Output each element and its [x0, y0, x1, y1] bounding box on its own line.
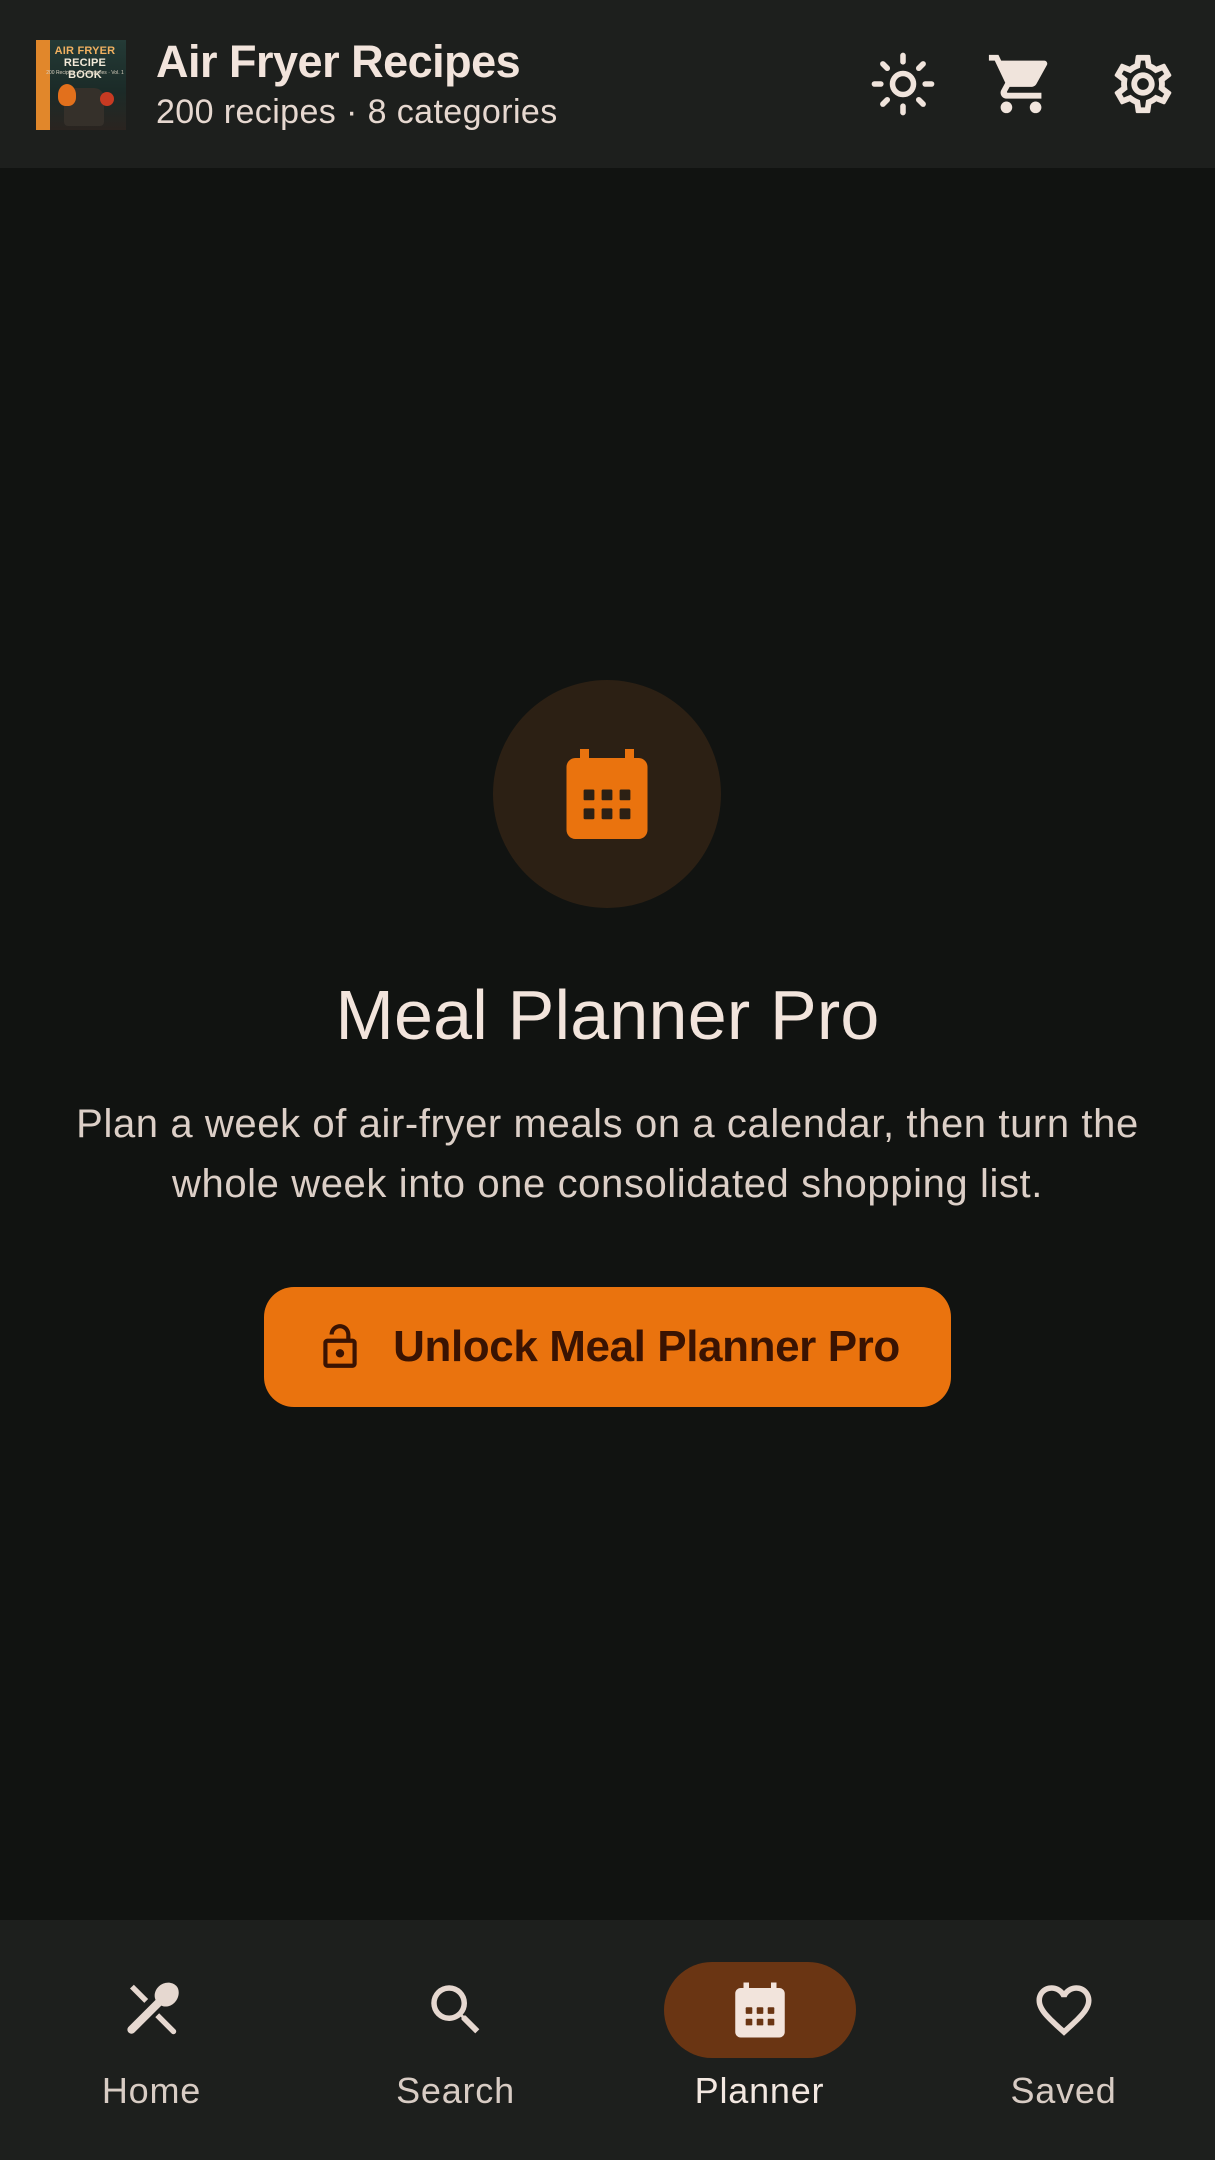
heart-icon	[1036, 1985, 1091, 2036]
planner-description: Plan a week of air-fryer meals on a cale…	[76, 1102, 1139, 1206]
unlock-meal-planner-button[interactable]: Unlock Meal Planner Pro	[264, 1287, 951, 1407]
settings-button[interactable]	[1103, 44, 1183, 124]
nav-search-indicator	[360, 1962, 552, 2058]
logo-line-1: AIR FRYER	[54, 45, 116, 57]
calendar-icon	[566, 749, 648, 839]
nav-planner-indicator	[663, 1962, 856, 2058]
logo-flame-illustration	[58, 84, 76, 106]
nav-planner-label: Planner	[694, 2070, 825, 2111]
app-subtitle: 200 recipes · 8 categories	[156, 93, 558, 131]
sun-icon	[871, 52, 935, 116]
nav-item-search[interactable]: Search	[304, 1920, 607, 2160]
top-app-bar: AIR FRYER RECIPE BOOK 200 Recipes · 8 Ca…	[0, 0, 1215, 168]
logo-subline: 200 Recipes · 8 Categories · Vol. 1	[46, 70, 124, 76]
app-titles: Air Fryer Recipes 200 recipes · 8 catego…	[156, 34, 558, 134]
logo-tomato-illustration	[100, 92, 114, 106]
calendar-icon	[734, 1982, 785, 2038]
nav-home-label: Home	[101, 2070, 202, 2111]
bottom-navigation: Home Search Planner Saved	[0, 1920, 1215, 2160]
app-root: AIR FRYER RECIPE BOOK 200 Recipes · 8 Ca…	[0, 0, 1215, 2160]
nav-saved-indicator	[968, 1962, 1160, 2058]
shopping-cart-button[interactable]	[981, 44, 1061, 124]
unlock-button-label: Unlock Meal Planner Pro	[393, 1322, 900, 1371]
nav-item-planner[interactable]: Planner	[608, 1920, 911, 2160]
cart-icon	[988, 54, 1048, 114]
planner-hero-icon-circle	[493, 680, 721, 908]
gear-icon	[1114, 54, 1172, 114]
nav-search-label: Search	[396, 2070, 515, 2111]
theme-toggle-button[interactable]	[863, 44, 943, 124]
nav-saved-label: Saved	[1010, 2070, 1117, 2111]
fork-spoon-icon	[126, 1982, 179, 2035]
nav-home-indicator	[56, 1962, 248, 2058]
logo-line-2: RECIPE BOOK	[63, 57, 107, 81]
planner-title: Meal Planner Pro	[335, 976, 880, 1054]
app-title: Air Fryer Recipes	[156, 36, 521, 87]
nav-item-saved[interactable]: Saved	[912, 1920, 1215, 2160]
nav-item-home[interactable]: Home	[0, 1920, 303, 2160]
app-logo: AIR FRYER RECIPE BOOK 200 Recipes · 8 Ca…	[36, 40, 126, 130]
lock-icon	[323, 1324, 357, 1368]
search-icon	[430, 1985, 479, 2034]
